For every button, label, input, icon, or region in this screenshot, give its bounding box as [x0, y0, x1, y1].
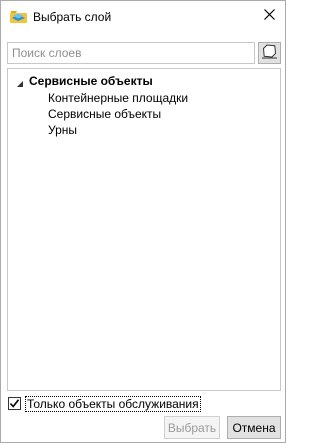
- search-input[interactable]: [7, 42, 255, 64]
- layer-tree: Сервисные объекты Контейнерные площадки …: [7, 68, 281, 391]
- service-objects-only-checkbox[interactable]: [8, 397, 21, 410]
- select-layer-dialog: Выбрать слой Сервисные: [0, 0, 286, 443]
- tree-node-service-objects[interactable]: Сервисные объекты: [8, 73, 208, 89]
- cancel-button[interactable]: Отмена: [227, 416, 281, 439]
- checkbox-label: Только объекты обслуживания: [25, 396, 201, 412]
- expanded-triangle-icon[interactable]: [16, 77, 24, 87]
- eraser-icon: [261, 44, 278, 62]
- close-button[interactable]: [255, 3, 283, 29]
- tree-item-container-sites[interactable]: Контейнерные площадки: [47, 90, 189, 106]
- clear-search-button[interactable]: [258, 42, 281, 64]
- select-button[interactable]: Выбрать: [164, 416, 220, 439]
- service-objects-only-checkbox-row[interactable]: Только объекты обслуживания: [7, 396, 203, 412]
- dialog-title: Выбрать слой: [33, 10, 112, 24]
- tree-item-service-objects[interactable]: Сервисные объекты: [47, 106, 162, 122]
- tree-node-label: Сервисные объекты: [29, 74, 153, 88]
- title-bar: Выбрать слой: [1, 1, 285, 33]
- layers-icon: [10, 9, 27, 23]
- close-icon: [263, 9, 275, 23]
- tree-item-bins[interactable]: Урны: [47, 122, 78, 138]
